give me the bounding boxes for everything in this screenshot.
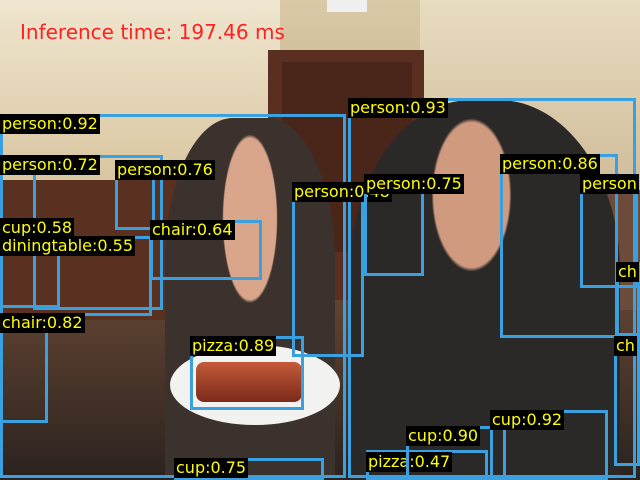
detection-label: ch — [616, 262, 639, 282]
detection-label: person:0.92 — [0, 114, 100, 134]
detection-label: person:0.75 — [364, 174, 464, 194]
detection-label: person:0.76 — [115, 160, 215, 180]
detection-label: chair:0.64 — [150, 220, 235, 240]
detection-label: person:0.86 — [500, 154, 600, 174]
detection-label: person:0.93 — [348, 98, 448, 118]
detection-label: person — [580, 174, 639, 194]
detection-label: cup:0.90 — [406, 426, 481, 446]
detection-label: pizza:0.89 — [190, 336, 277, 356]
detection-box — [292, 182, 364, 357]
detection-label: chair:0.82 — [0, 313, 85, 333]
detection-viewport: Inference time: 197.46 ms person:0.92 pe… — [0, 0, 640, 480]
exit-sign — [327, 0, 367, 12]
detection-label: ch — [614, 336, 637, 356]
detection-label: cup:0.92 — [490, 410, 565, 430]
detection-label: cup:0.75 — [174, 458, 249, 478]
detection-label: cup:0.58 — [0, 218, 75, 238]
detection-label: person:0.72 — [0, 155, 100, 175]
inference-time-text: Inference time: 197.46 ms — [20, 20, 285, 44]
detection-label: diningtable:0.55 — [0, 236, 136, 256]
